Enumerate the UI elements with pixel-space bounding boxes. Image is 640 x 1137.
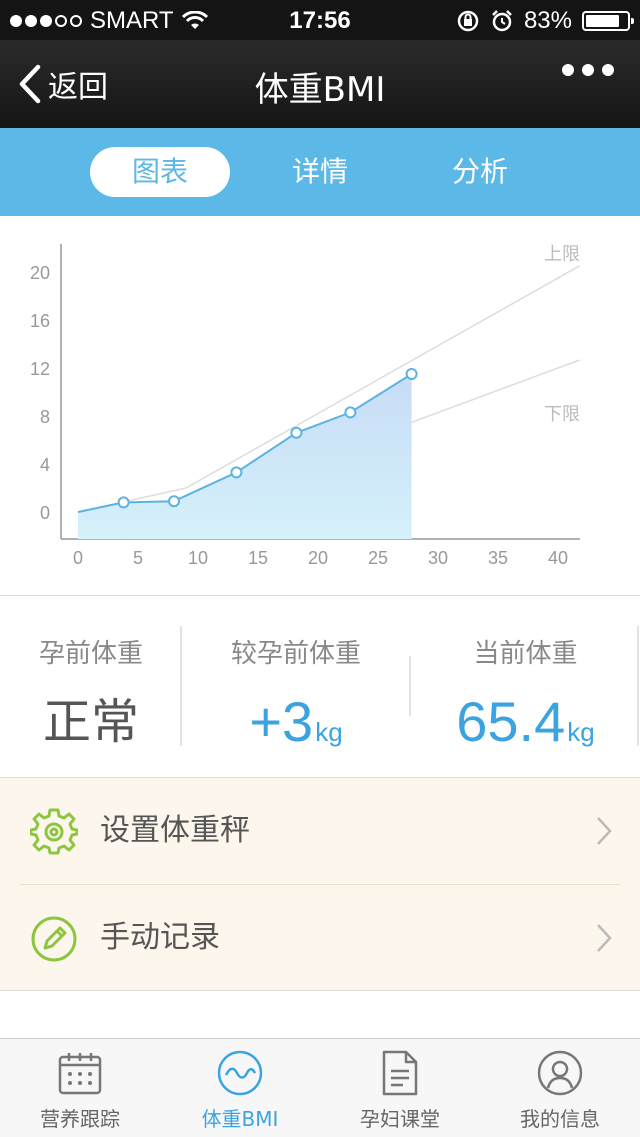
gear-icon xyxy=(30,808,78,855)
calendar-icon xyxy=(58,1053,102,1095)
x-tick-label: 0 xyxy=(73,548,83,568)
status-bar: SMART 17:56 83% xyxy=(0,0,640,40)
battery-percent: 83% xyxy=(523,7,572,34)
stat-label: 较孕前体重 xyxy=(230,639,361,669)
back-button[interactable]: 返回 xyxy=(18,62,108,106)
back-label: 返回 xyxy=(48,70,108,105)
weight-change-stat: 较孕前体重 +3kg xyxy=(182,596,410,777)
x-tick-label: 25 xyxy=(368,548,388,568)
chevron-right-icon xyxy=(597,817,612,845)
bottom-tab-label: 孕妇课堂 xyxy=(360,1107,440,1131)
stat-unit: kg xyxy=(567,717,595,747)
alarm-icon xyxy=(492,10,512,32)
more-dot-icon xyxy=(582,64,594,76)
stat-value: +3 xyxy=(249,690,314,753)
y-tick-label: 16 xyxy=(30,311,50,331)
y-tick-label: 20 xyxy=(30,263,50,283)
more-dot-icon xyxy=(562,64,574,76)
chevron-left-icon xyxy=(19,64,41,104)
weight-stats-panel: 孕前体重 正常 较孕前体重 +3kg 当前体重 65.4kg xyxy=(0,596,640,778)
tab-details[interactable]: 详情 xyxy=(250,147,390,197)
lower-limit-label: 下限 xyxy=(544,404,580,425)
battery-icon xyxy=(582,11,634,31)
tab-chart[interactable]: 图表 xyxy=(90,147,230,197)
x-tick-label: 35 xyxy=(488,548,508,568)
document-icon xyxy=(382,1050,418,1096)
x-tick-label: 30 xyxy=(428,548,448,568)
stat-value: 65.4 xyxy=(456,690,566,753)
stat-unit: kg xyxy=(315,717,343,747)
stat-label: 当前体重 xyxy=(473,639,578,669)
weight-area-fill xyxy=(78,374,412,539)
weight-chart: 0 5 10 15 20 25 30 35 40 0 4 8 12 16 20 上限下限 xyxy=(0,216,640,596)
x-tick-label: 5 xyxy=(133,548,143,568)
menu-item-label: 手动记录 xyxy=(100,920,220,955)
bottom-tab-weight-bmi[interactable]: 体重BMI xyxy=(160,1039,320,1137)
more-options-button[interactable] xyxy=(562,64,614,76)
weight-data-point xyxy=(117,496,130,509)
tab-analysis[interactable]: 分析 xyxy=(410,147,550,197)
x-tick-label: 15 xyxy=(248,548,268,568)
y-tick-label: 8 xyxy=(40,407,50,427)
weight-data-point xyxy=(405,368,418,380)
bottom-tab-bar: 营养跟踪 体重BMI 孕妇课堂 我的信息 xyxy=(0,1038,640,1137)
weight-data-point xyxy=(290,426,303,439)
stat-label: 孕前体重 xyxy=(38,639,143,669)
manual-record-item[interactable]: 手动记录 xyxy=(20,884,620,991)
bottom-tab-nutrition[interactable]: 营养跟踪 xyxy=(0,1039,160,1137)
weight-data-point xyxy=(230,466,243,479)
bottom-tab-label: 体重BMI xyxy=(201,1107,279,1131)
bottom-tab-label: 营养跟踪 xyxy=(40,1107,120,1131)
bottom-tab-classroom[interactable]: 孕妇课堂 xyxy=(320,1039,480,1137)
pencil-icon xyxy=(31,916,77,962)
weight-chart-svg: 0 5 10 15 20 25 30 35 40 0 4 8 12 16 20 上限下限 xyxy=(30,244,580,568)
bottom-tab-my-info[interactable]: 我的信息 xyxy=(480,1039,640,1137)
x-tick-label: 20 xyxy=(308,548,328,568)
divider xyxy=(637,626,639,746)
y-tick-label: 4 xyxy=(40,455,50,475)
rotation-lock-icon xyxy=(457,10,479,32)
y-tick-label: 0 xyxy=(40,503,50,523)
menu-item-label: 设置体重秤 xyxy=(100,813,250,848)
x-tick-label: 10 xyxy=(188,548,208,568)
chevron-right-icon xyxy=(597,924,612,952)
action-menu: 设置体重秤 手动记录 xyxy=(0,778,640,991)
set-scale-item[interactable]: 设置体重秤 xyxy=(0,778,640,884)
bottom-tab-label: 我的信息 xyxy=(520,1107,600,1131)
weight-data-point xyxy=(168,495,180,508)
wave-icon xyxy=(217,1050,263,1096)
upper-limit-label: 上限 xyxy=(544,244,580,265)
navigation-bar: 返回 体重BMI xyxy=(0,40,640,128)
content-spacer xyxy=(0,991,640,1038)
stat-value: 正常 xyxy=(42,694,139,750)
segment-tabs: 图表 详情 分析 xyxy=(0,128,640,216)
x-tick-label: 40 xyxy=(548,548,568,568)
y-tick-label: 12 xyxy=(30,359,50,379)
weight-data-point xyxy=(344,406,357,419)
current-weight-stat: 当前体重 65.4kg xyxy=(411,596,640,777)
profile-icon xyxy=(537,1050,583,1096)
more-dot-icon xyxy=(602,64,614,76)
pre-pregnancy-weight-stat: 孕前体重 正常 xyxy=(0,596,182,777)
